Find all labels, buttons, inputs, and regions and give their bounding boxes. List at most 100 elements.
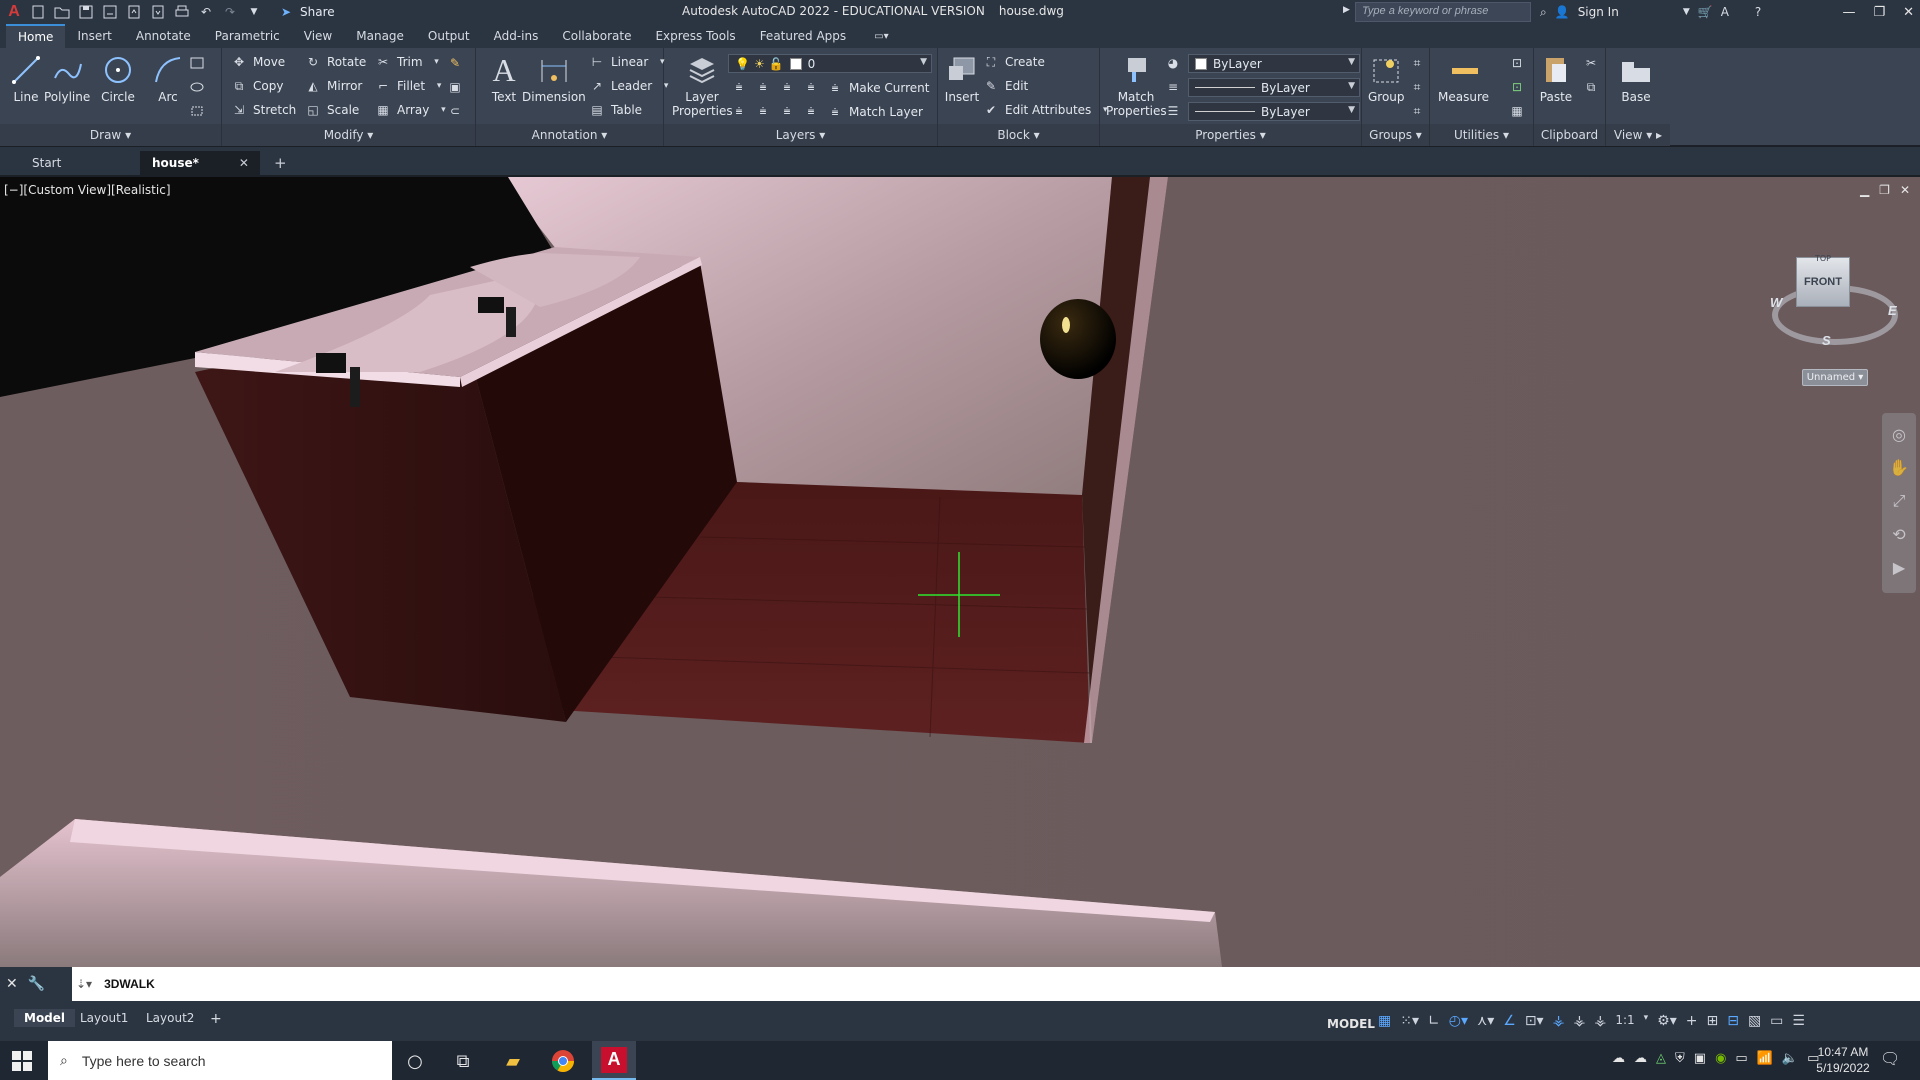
command-input[interactable]: 3DWALK (104, 977, 155, 991)
compass-west[interactable]: W (1770, 295, 1782, 310)
windows-start-icon[interactable] (12, 1051, 32, 1071)
taskbar-search-box[interactable]: ⌕ Type here to search (48, 1041, 392, 1080)
drawing-viewport[interactable]: [−][Custom View][Realistic] ▁ ❐ ✕ FRONT … (0, 177, 1920, 967)
linear-button[interactable]: ⊢ Linear ▾ (588, 52, 671, 72)
tray-device-icon[interactable]: ▣ (1694, 1051, 1706, 1066)
tab-featured-apps[interactable]: Featured Apps (748, 24, 858, 48)
scale-dropdown-icon[interactable]: ▾ (1644, 1013, 1649, 1029)
mirror-button[interactable]: ◭ Mirror (304, 76, 362, 96)
help-icon[interactable]: ? (1755, 5, 1761, 19)
customization-menu-icon[interactable]: ☰ (1792, 1013, 1805, 1029)
layer-freeze-icon[interactable]: ⩧ (778, 78, 796, 96)
customize-toolbar-dropdown-icon[interactable]: ▼ (244, 2, 264, 22)
recent-commands-icon[interactable]: ⇣▾ (76, 977, 92, 991)
copy-clip-icon[interactable]: ⧉ (1582, 78, 1600, 96)
rectangle-icon[interactable] (188, 54, 206, 72)
tab-express-tools[interactable]: Express Tools (643, 24, 747, 48)
open-folder-icon[interactable] (52, 2, 72, 22)
viewport-restore-icon[interactable]: ❐ (1879, 183, 1890, 197)
leader-button[interactable]: ↗ Leader ▾ (588, 76, 675, 96)
save-as-icon[interactable] (100, 2, 120, 22)
edit-block-button[interactable]: ✎ Edit (982, 76, 1028, 96)
snap-icon[interactable]: ⁙▾ (1400, 1013, 1419, 1029)
rotate-button[interactable]: ↻ Rotate (304, 52, 366, 72)
command-close-icon[interactable]: ✕ (6, 976, 18, 992)
steering-wheel-icon[interactable]: ◎ (1892, 425, 1906, 444)
minimize-icon[interactable]: — (1842, 5, 1855, 20)
layer-properties-button[interactable]: Layer Properties (672, 52, 733, 118)
open-from-web-icon[interactable] (124, 2, 144, 22)
chrome-icon[interactable] (546, 1045, 580, 1077)
region-icon[interactable] (188, 102, 206, 120)
showmotion-icon[interactable]: ▶ (1893, 558, 1905, 577)
units-icon[interactable]: ⊞ (1706, 1013, 1718, 1029)
layer-thaw-all-icon[interactable]: ⩧ (778, 102, 796, 120)
hatch-icon[interactable] (188, 78, 206, 96)
sign-in-link[interactable]: Sign In (1578, 5, 1619, 19)
tab-output[interactable]: Output (416, 24, 482, 48)
restore-icon[interactable]: ❐ (1873, 5, 1885, 20)
autocad-taskbar-icon[interactable]: A (592, 1041, 636, 1080)
save-icon[interactable] (76, 2, 96, 22)
save-to-web-icon[interactable] (148, 2, 168, 22)
polar-icon[interactable]: ◴▾ (1449, 1013, 1468, 1029)
isodraft-icon[interactable]: ⋏▾ (1477, 1013, 1494, 1029)
cut-icon[interactable]: ✂ (1582, 54, 1600, 72)
close-tab-icon[interactable]: ✕ (239, 156, 249, 170)
quick-properties-icon[interactable]: ⊟ (1727, 1013, 1739, 1029)
tray-network-app-icon[interactable]: ◬ (1656, 1051, 1666, 1066)
tab-add-ins[interactable]: Add-ins (482, 24, 551, 48)
command-line[interactable]: ✕ 🔧 ⇣▾ 3DWALK (0, 967, 1920, 1001)
layer-lock-icon[interactable]: ⩧ (802, 78, 820, 96)
ortho-icon[interactable]: ∟ (1428, 1013, 1440, 1029)
panel-properties-label[interactable]: Properties ▾ (1100, 124, 1361, 146)
new-tab-button[interactable]: + (260, 151, 301, 175)
cortana-icon[interactable]: ○ (398, 1045, 432, 1077)
model-space-toggle[interactable]: MODEL (1327, 1017, 1375, 1031)
new-file-icon[interactable] (28, 2, 48, 22)
tray-cloud-icon[interactable]: ☁ (1634, 1051, 1647, 1066)
array-button[interactable]: ▦ Array ▾ (374, 100, 452, 120)
command-customize-icon[interactable]: 🔧 (28, 976, 45, 992)
create-block-button[interactable]: ⛶ Create (982, 52, 1045, 72)
color-dropdown[interactable]: ByLayer ▼ (1188, 54, 1360, 73)
orbit-icon[interactable]: ⟲ (1892, 525, 1905, 544)
viewport-close-icon[interactable]: ✕ (1900, 183, 1910, 197)
linetype-icon[interactable]: ≡ (1164, 78, 1182, 96)
scale-button[interactable]: ◱ Scale (304, 100, 359, 120)
undo-icon[interactable]: ↶ (196, 2, 216, 22)
close-icon[interactable]: ✕ (1903, 5, 1914, 20)
layer-isolate-icon[interactable]: ⩧ (754, 78, 772, 96)
notification-center-icon[interactable]: 🗨 (1880, 1049, 1900, 1068)
ucs-menu-dropdown[interactable]: Unnamed ▾ (1802, 369, 1868, 386)
annotation-scale-icon[interactable]: ⚶ (1594, 1013, 1606, 1029)
autodesk-app-store-icon[interactable]: 🛒 (1698, 5, 1713, 19)
file-explorer-icon[interactable]: ▰ (496, 1045, 530, 1077)
tab-home[interactable]: Home (6, 24, 66, 48)
ungroup-icon[interactable]: ⌗ (1408, 54, 1426, 72)
group-edit-icon[interactable]: ⌗ (1408, 78, 1426, 96)
tab-view[interactable]: View (292, 24, 344, 48)
layer-off-icon[interactable]: ⩧ (730, 78, 748, 96)
tab-annotate[interactable]: Annotate (124, 24, 203, 48)
compass-east[interactable]: E (1888, 303, 1897, 318)
task-view-icon[interactable]: ⧉ (446, 1045, 480, 1077)
tray-app-icon[interactable]: ☁ (1612, 1051, 1625, 1066)
match-layer-button[interactable]: ⩧ Match Layer (826, 102, 922, 122)
annotation-autoscale-icon[interactable]: ⚶ (1574, 1013, 1586, 1029)
linetype-dropdown[interactable]: ByLayer ▼ (1188, 78, 1360, 97)
quick-select-icon[interactable]: ⊡ (1508, 54, 1526, 72)
tab-manage[interactable]: Manage (344, 24, 416, 48)
lineweight-icon[interactable]: ☰ (1164, 102, 1182, 120)
redo-icon[interactable]: ↷ (220, 2, 240, 22)
ribbon-minimize-icon[interactable]: ▭▾ (874, 31, 888, 42)
match-properties-button[interactable]: Match Properties (1106, 52, 1167, 118)
annotation-scale-value[interactable]: 1:1 (1615, 1013, 1634, 1029)
panel-draw-label[interactable]: Draw ▾ (0, 124, 221, 146)
explode-icon[interactable]: ▣ (446, 78, 464, 96)
layout-tab-model[interactable]: Model (14, 1009, 76, 1027)
dimension-button[interactable]: Dimension (522, 52, 586, 104)
tray-nvidia-icon[interactable]: ◉ (1715, 1051, 1726, 1066)
table-button[interactable]: ▤ Table (588, 100, 642, 120)
move-button[interactable]: ✥ Move (230, 52, 285, 72)
